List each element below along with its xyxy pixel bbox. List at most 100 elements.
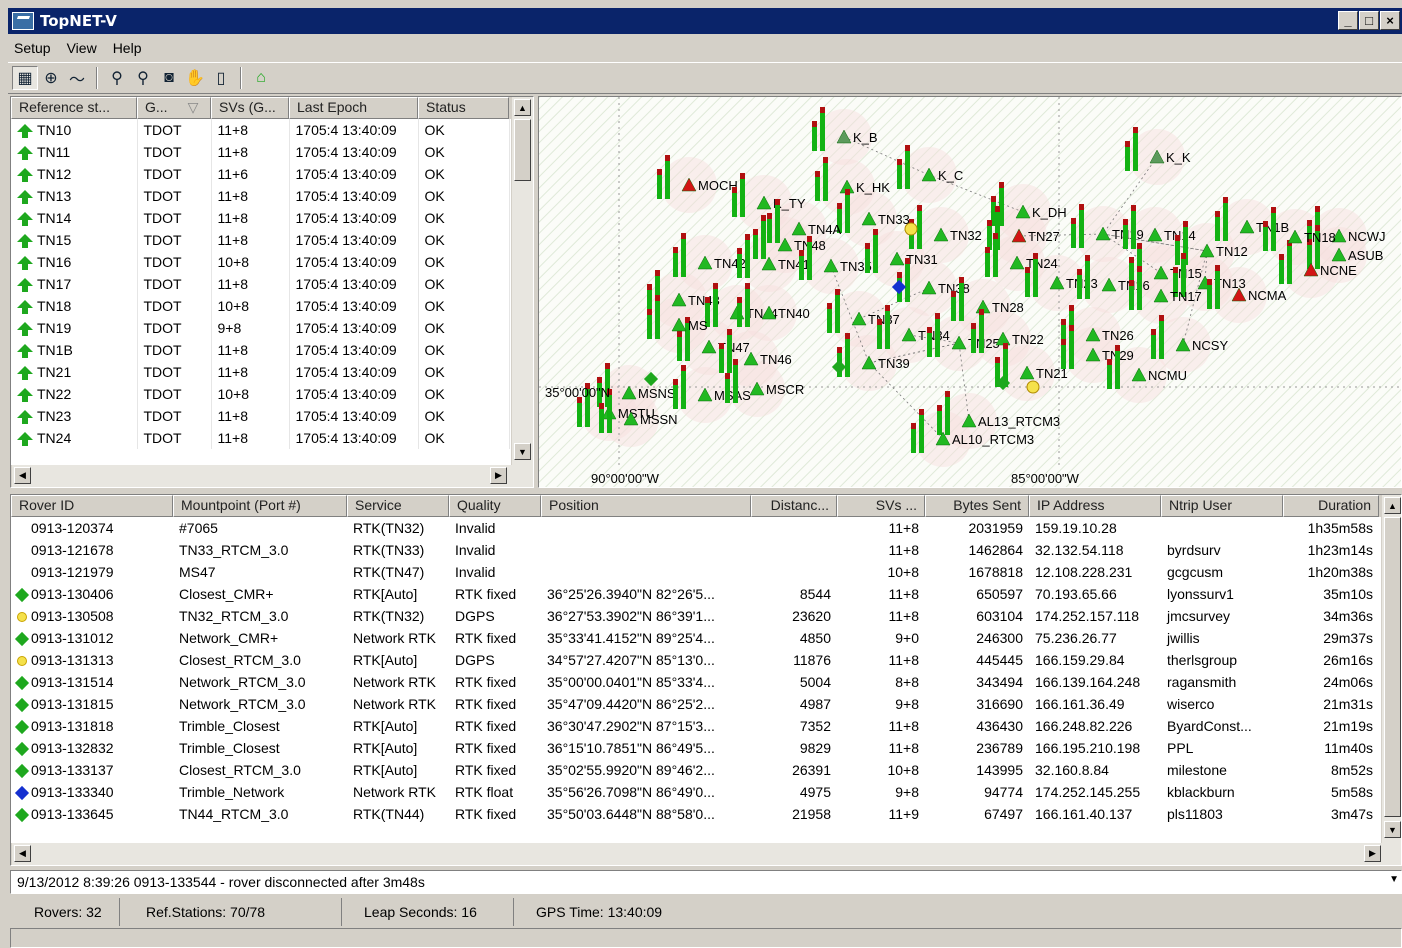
- reference-row[interactable]: TN10 TDOT 11+8 1705:4 13:40:09 OK: [11, 119, 510, 141]
- rover-row[interactable]: 0913-131514 Network_RTCM_3.0 Network RTK RT…: [11, 671, 1379, 693]
- rover-row[interactable]: 0913-131012 Network_CMR+ Network RTK RTK fi…: [11, 627, 1379, 649]
- col-group[interactable]: G... ▽: [137, 97, 211, 119]
- reference-row[interactable]: TN16 TDOT 10+8 1705:4 13:40:09 OK: [11, 251, 510, 273]
- log-dropdown-icon[interactable]: ▼: [1389, 874, 1399, 885]
- signal-bar-top: [753, 229, 758, 235]
- rover-col-position[interactable]: Position: [541, 495, 751, 517]
- reference-cell: 1705:4 13:40:09: [295, 210, 397, 226]
- satellite-icon[interactable]: ⊕: [38, 66, 64, 90]
- graph-icon[interactable]: 〜: [64, 66, 90, 90]
- reference-vscroll[interactable]: ▲ ▼: [511, 97, 533, 465]
- zoom-in-icon[interactable]: ⚲: [104, 66, 130, 90]
- rover-cell: 21958: [792, 806, 831, 822]
- col-svs[interactable]: SVs (G...: [211, 97, 289, 119]
- zoom-fit-icon[interactable]: ◙: [156, 66, 182, 90]
- signal-bar-top: [665, 155, 670, 161]
- scroll-right-button[interactable]: ▶: [490, 467, 507, 484]
- reference-cell: OK: [424, 232, 445, 248]
- rover-row[interactable]: 0913-121979 MS47 RTK(TN47) Invalid 10+8 16788…: [11, 561, 1379, 583]
- rover-col-mountpoint-port[interactable]: Mountpoint (Port #): [173, 495, 347, 517]
- signal-bar: [713, 283, 718, 327]
- col-last-epoch[interactable]: Last Epoch: [289, 97, 418, 119]
- station-label: MSAS: [714, 388, 751, 403]
- rover-cell: byrdsurv: [1167, 542, 1221, 558]
- reference-row[interactable]: TN18 TDOT 10+8 1705:4 13:40:09 OK: [11, 295, 510, 317]
- pan-hand-icon[interactable]: ✋: [182, 66, 208, 90]
- reference-cell: 1705:4 13:40:09: [295, 364, 397, 380]
- rover-col-svs[interactable]: SVs ...: [837, 495, 925, 517]
- home-icon[interactable]: ⌂: [248, 66, 274, 90]
- rover-cell: Network RTK: [353, 630, 436, 646]
- rover-cell: 9829: [799, 740, 831, 756]
- rover-row[interactable]: 0913-120374 #7065 RTK(TN32) Invalid 11+8 2031…: [11, 517, 1379, 539]
- rover-col-rover-id[interactable]: Rover ID: [11, 495, 173, 517]
- zoom-out-icon[interactable]: ⚲: [130, 66, 156, 90]
- reference-row[interactable]: TN23 TDOT 11+8 1705:4 13:40:09 OK: [11, 405, 510, 427]
- reference-row[interactable]: TN1B TDOT 11+8 1705:4 13:40:09 OK: [11, 339, 510, 361]
- rover-marker-icon: [904, 222, 918, 236]
- scroll-down-button[interactable]: ▼: [514, 443, 531, 460]
- legend-icon[interactable]: ▯: [208, 66, 234, 90]
- log-message-box[interactable]: 9/13/2012 8:39:26 0913-133544 - rover di…: [10, 870, 1402, 894]
- reference-row[interactable]: TN19 TDOT 9+8 1705:4 13:40:09 OK: [11, 317, 510, 339]
- map-panel[interactable]: K_BK_KK_HKK_CMOCHK_TYTN33TN32K_DHTN27TN1…: [538, 96, 1402, 488]
- rover-row[interactable]: 0913-132832 Trimble_Closest RTK[Auto] RTK f…: [11, 737, 1379, 759]
- scroll-left-button[interactable]: ◀: [14, 467, 31, 484]
- reference-cell: OK: [424, 430, 445, 446]
- reference-hscroll[interactable]: ◀ ▶: [11, 465, 533, 487]
- menu-setup[interactable]: Setup: [8, 40, 57, 56]
- rover-quality-marker-icon: [14, 764, 30, 779]
- rover-col-ntrip-user[interactable]: Ntrip User: [1161, 495, 1283, 517]
- col-status[interactable]: Status: [418, 97, 509, 119]
- rover-row[interactable]: 0913-121678 TN33_RTCM_3.0 RTK(TN33) Invalid…: [11, 539, 1379, 561]
- signal-bar: [885, 305, 890, 349]
- rover-row[interactable]: 0913-130508 TN32_RTCM_3.0 RTK(TN32) DGPS 36°…: [11, 605, 1379, 627]
- menu-view[interactable]: View: [61, 40, 103, 56]
- map-view-icon[interactable]: ▦: [12, 66, 38, 90]
- scroll-thumb[interactable]: [514, 119, 531, 181]
- reference-row[interactable]: TN21 TDOT 11+8 1705:4 13:40:09 OK: [11, 361, 510, 383]
- rover-scroll-up-button[interactable]: ▲: [1384, 497, 1401, 514]
- signal-bar: [1133, 127, 1138, 171]
- rover-scroll-down-button[interactable]: ▼: [1384, 821, 1401, 838]
- reference-row[interactable]: TN22 TDOT 10+8 1705:4 13:40:09 OK: [11, 383, 510, 405]
- rover-col-duration[interactable]: Duration: [1283, 495, 1379, 517]
- reference-row[interactable]: TN13 TDOT 11+8 1705:4 13:40:09 OK: [11, 185, 510, 207]
- reference-row[interactable]: TN15 TDOT 11+8 1705:4 13:40:09 OK: [11, 229, 510, 251]
- rover-col-service[interactable]: Service: [347, 495, 449, 517]
- signal-bar-top: [745, 283, 750, 289]
- signal-bar: [1159, 315, 1164, 359]
- scroll-up-button[interactable]: ▲: [514, 99, 531, 116]
- rover-col-quality[interactable]: Quality: [449, 495, 541, 517]
- signal-bar-top: [1079, 204, 1084, 210]
- rover-row[interactable]: 0913-131313 Closest_RTCM_3.0 RTK[Auto] DGPS…: [11, 649, 1379, 671]
- menu-help[interactable]: Help: [107, 40, 148, 56]
- reference-row[interactable]: TN24 TDOT 11+8 1705:4 13:40:09 OK: [11, 427, 510, 449]
- rover-vscroll[interactable]: ▲ ▼: [1381, 495, 1401, 843]
- rover-col-ip-address[interactable]: IP Address: [1029, 495, 1161, 517]
- station-label: TN37: [868, 312, 900, 327]
- reference-row[interactable]: TN17 TDOT 11+8 1705:4 13:40:09 OK: [11, 273, 510, 295]
- close-button[interactable]: ×: [1380, 11, 1400, 30]
- minimize-button[interactable]: _: [1338, 11, 1358, 30]
- rover-row[interactable]: 0913-133137 Closest_RTCM_3.0 RTK[Auto] RTK …: [11, 759, 1379, 781]
- reference-row[interactable]: TN14 TDOT 11+8 1705:4 13:40:09 OK: [11, 207, 510, 229]
- rover-col-distanc[interactable]: Distanc...: [751, 495, 837, 517]
- rover-scroll-left-button[interactable]: ◀: [14, 845, 31, 862]
- rover-row[interactable]: 0913-133340 Trimble_Network Network RTK RTK…: [11, 781, 1379, 803]
- reference-row[interactable]: TN11 TDOT 11+8 1705:4 13:40:09 OK: [11, 141, 510, 163]
- rover-scroll-right-button[interactable]: ▶: [1364, 845, 1381, 862]
- reference-row[interactable]: TN12 TDOT 11+6 1705:4 13:40:09 OK: [11, 163, 510, 185]
- rover-hscroll[interactable]: ◀ ▶: [11, 843, 1401, 865]
- rover-cell: 236789: [976, 740, 1023, 756]
- rover-row[interactable]: 0913-133645 TN44_RTCM_3.0 RTK(TN44) RTK fix…: [11, 803, 1379, 825]
- maximize-button[interactable]: □: [1359, 11, 1379, 30]
- rover-row[interactable]: 0913-131818 Trimble_Closest RTK[Auto] RTK f…: [11, 715, 1379, 737]
- rover-row[interactable]: 0913-130406 Closest_CMR+ RTK[Auto] RTK fixe…: [11, 583, 1379, 605]
- rover-row[interactable]: 0913-131815 Network_RTCM_3.0 Network RTK RT…: [11, 693, 1379, 715]
- rover-scroll-thumb[interactable]: [1384, 517, 1401, 817]
- rover-col-bytes-sent[interactable]: Bytes Sent: [925, 495, 1029, 517]
- station-map[interactable]: K_BK_KK_HKK_CMOCHK_TYTN33TN32K_DHTN27TN1…: [539, 97, 1402, 488]
- station-label: K_C: [938, 168, 963, 183]
- col-reference-station[interactable]: Reference st...: [11, 97, 137, 119]
